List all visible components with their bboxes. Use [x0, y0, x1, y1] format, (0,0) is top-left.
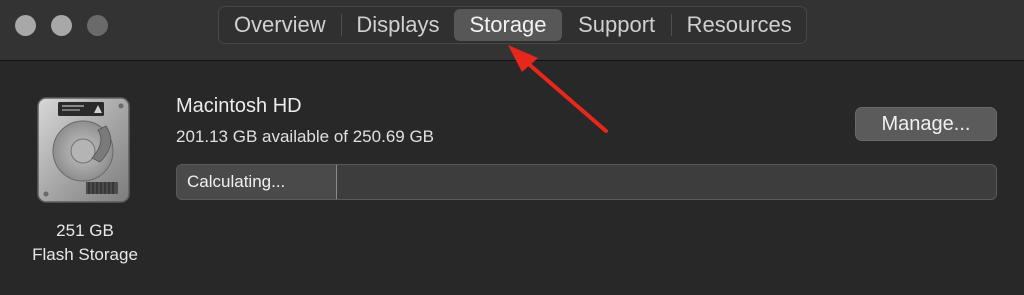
close-window-button[interactable]	[15, 15, 36, 36]
volume-name: Macintosh HD	[176, 95, 302, 117]
tab-storage[interactable]: Storage	[454, 9, 562, 41]
tab-bar: Overview Displays Storage Support Resour…	[218, 6, 807, 44]
minimize-window-button[interactable]	[51, 15, 72, 36]
disk-type: Flash Storage	[32, 245, 138, 264]
tab-displays[interactable]: Displays	[342, 7, 455, 43]
volume-available: 201.13 GB available of 250.69 GB	[176, 127, 435, 146]
title-bar: Overview Displays Storage Support Resour…	[0, 0, 1024, 61]
tab-resources[interactable]: Resources	[672, 7, 806, 43]
manage-button[interactable]: Manage...	[855, 107, 997, 141]
disk-capacity: 251 GB	[56, 221, 114, 240]
tab-support[interactable]: Support	[562, 7, 672, 43]
hard-drive-icon	[37, 97, 130, 203]
zoom-window-button[interactable]	[87, 15, 108, 36]
progress-label: Calculating...	[187, 172, 286, 191]
storage-progress-bar: Calculating...	[176, 164, 997, 200]
tab-overview[interactable]: Overview	[219, 7, 341, 43]
